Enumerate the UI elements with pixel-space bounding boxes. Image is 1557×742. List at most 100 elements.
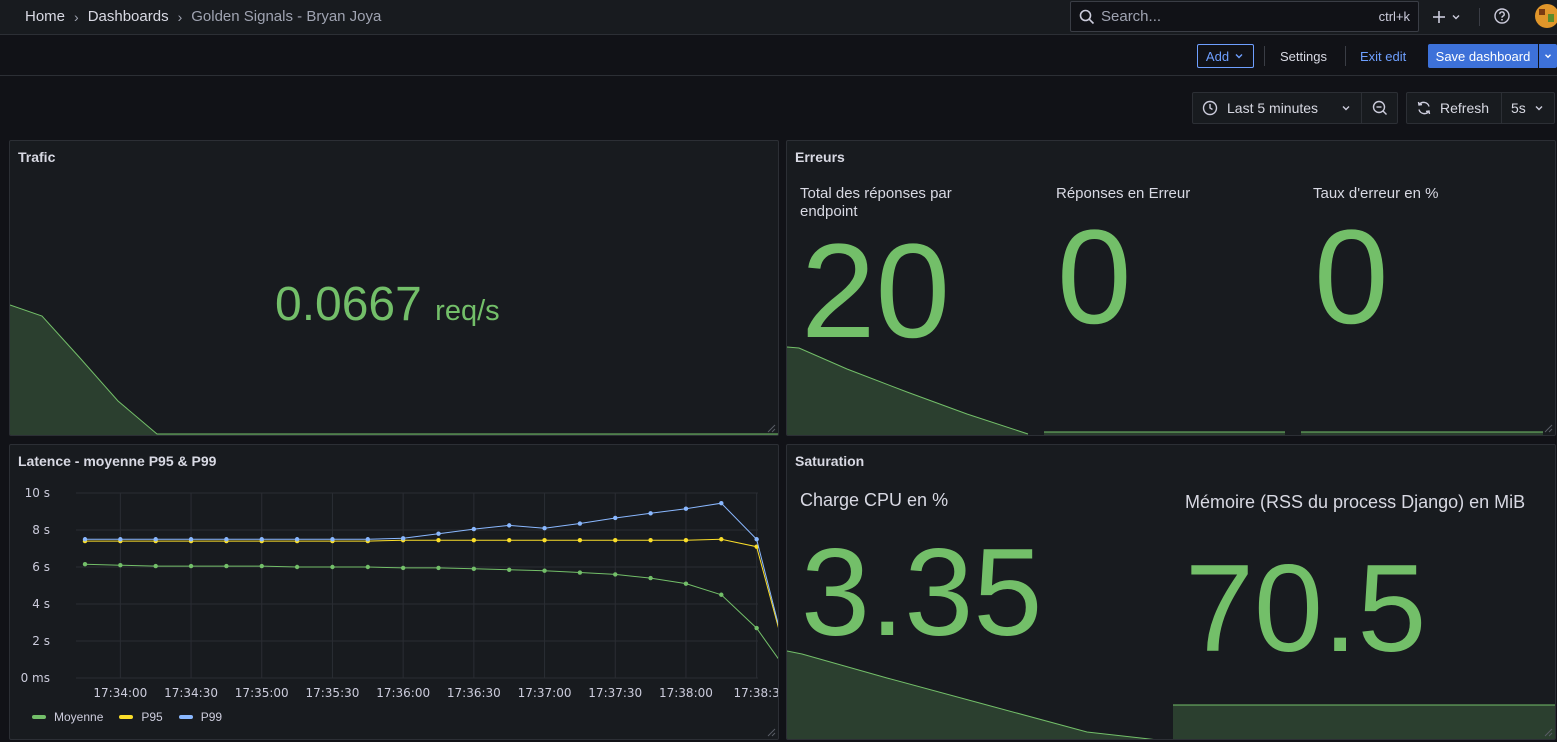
data-point-moyenne[interactable] — [613, 572, 618, 577]
data-point-p99[interactable] — [542, 525, 547, 531]
data-point-moyenne[interactable] — [683, 581, 689, 586]
data-point-p95[interactable] — [648, 537, 653, 543]
data-point-moyenne[interactable] — [436, 565, 441, 571]
panel-saturation[interactable]: Saturation Charge CPU en % 3.35 Mémoire … — [786, 444, 1556, 740]
time-range-picker[interactable]: Last 5 minutes — [1192, 92, 1362, 124]
legend-item-moyenne[interactable]: Moyenne — [32, 710, 103, 724]
data-point-moyenne[interactable] — [365, 564, 370, 570]
x-tick-label: 17:35:30 — [305, 686, 359, 700]
series-line-p99 — [85, 502, 778, 626]
x-tick-label: 17:37:30 — [588, 686, 642, 700]
data-point-p95[interactable] — [507, 537, 512, 543]
settings-button[interactable]: Settings — [1272, 44, 1335, 68]
data-point-moyenne[interactable] — [542, 568, 547, 573]
data-point-moyenne[interactable] — [294, 564, 300, 570]
add-button-label: Add — [1205, 48, 1230, 64]
resize-handle-icon[interactable] — [1544, 728, 1553, 737]
data-point-p99[interactable] — [224, 537, 229, 542]
data-point-p99[interactable] — [365, 537, 370, 542]
data-point-p99[interactable] — [719, 500, 724, 506]
data-point-moyenne[interactable] — [330, 564, 335, 570]
help-button[interactable] — [1493, 7, 1511, 28]
data-point-moyenne[interactable] — [507, 567, 512, 572]
stat-title-cpu: Charge CPU en % — [800, 490, 949, 510]
new-menu-button[interactable] — [1432, 6, 1462, 28]
divider — [1345, 46, 1346, 66]
data-point-p99[interactable] — [436, 531, 441, 536]
data-point-p99[interactable] — [507, 523, 512, 528]
stat-unit: req/s — [435, 295, 500, 327]
save-dashboard-button[interactable]: Save dashboard — [1428, 44, 1538, 68]
data-point-p99[interactable] — [294, 537, 300, 542]
data-point-p99[interactable] — [577, 521, 583, 526]
data-point-moyenne[interactable] — [188, 563, 194, 569]
resize-handle-icon[interactable] — [767, 424, 776, 433]
data-point-p99[interactable] — [118, 537, 123, 542]
stat-title-memoire: Mémoire (RSS du process Django) en MiB — [1185, 492, 1526, 512]
data-point-moyenne[interactable] — [719, 592, 724, 597]
refresh-interval-picker[interactable]: 5s — [1501, 92, 1555, 124]
data-point-p95[interactable] — [471, 537, 477, 543]
legend-item-p95[interactable]: P95 — [119, 710, 163, 724]
resize-handle-icon[interactable] — [767, 728, 776, 737]
legend-item-p99[interactable]: P99 — [178, 710, 222, 724]
panel-latence[interactable]: Latence - moyenne P95 & P99 0 ms 2 s4 s6 … — [9, 444, 779, 740]
user-avatar[interactable] — [1535, 4, 1557, 28]
data-point-p99[interactable] — [648, 511, 653, 516]
data-point-p95[interactable] — [577, 537, 583, 543]
data-point-moyenne[interactable] — [577, 570, 583, 575]
divider — [1264, 46, 1265, 66]
data-point-p95[interactable] — [683, 537, 689, 543]
data-point-moyenne[interactable] — [224, 563, 229, 569]
search-placeholder: Search... — [1101, 8, 1162, 25]
data-point-p99[interactable] — [400, 536, 406, 541]
sparkline-reponses-erreur — [1044, 431, 1285, 435]
panel-erreurs[interactable]: Erreurs Total des réponses par endpoint … — [786, 140, 1556, 436]
data-point-moyenne[interactable] — [648, 575, 653, 581]
data-point-moyenne[interactable] — [400, 565, 406, 571]
series-line-p95 — [85, 538, 778, 628]
exit-edit-button[interactable]: Exit edit — [1352, 44, 1414, 68]
breadcrumb-dashboards[interactable]: Dashboards — [88, 8, 169, 25]
stat-value-taux-erreur: 0 — [1314, 203, 1389, 352]
data-point-moyenne[interactable] — [153, 563, 158, 569]
data-point-p99[interactable] — [259, 537, 264, 542]
zoom-out-button[interactable] — [1361, 92, 1398, 124]
data-point-p99[interactable] — [330, 537, 335, 542]
refresh-icon — [1417, 101, 1431, 115]
panel-trafic[interactable]: Trafic 0.0667 req/s — [9, 140, 779, 436]
data-point-p99[interactable] — [613, 515, 618, 521]
save-options-button[interactable] — [1539, 44, 1557, 68]
stat-value-reponses-erreur: 0 — [1057, 203, 1132, 352]
x-tick-label: 17:35:00 — [235, 686, 289, 700]
data-point-p95[interactable] — [436, 537, 441, 543]
data-point-p99[interactable] — [754, 537, 759, 542]
data-point-p99[interactable] — [188, 537, 194, 542]
data-point-p95[interactable] — [719, 537, 724, 542]
sparkline-taux-erreur — [1301, 431, 1543, 435]
latency-chart[interactable]: 0 ms 2 s 4 s 6 s 8 s 10 s 17:34:00 17:34:30 17:3… — [10, 445, 779, 707]
data-point-p99[interactable] — [683, 506, 689, 511]
y-tick-label: 8 s — [32, 523, 50, 537]
data-point-moyenne[interactable] — [471, 566, 477, 572]
data-point-p99[interactable] — [82, 537, 88, 542]
breadcrumb-home[interactable]: Home — [25, 8, 65, 25]
divider — [1479, 8, 1480, 26]
data-point-moyenne[interactable] — [118, 562, 123, 568]
x-tick-label: 17:38:00 — [659, 686, 713, 700]
data-point-moyenne[interactable] — [754, 625, 759, 631]
data-point-p99[interactable] — [471, 526, 477, 532]
data-point-moyenne[interactable] — [82, 562, 88, 567]
data-point-moyenne[interactable] — [259, 563, 264, 569]
data-point-p95[interactable] — [542, 537, 547, 543]
search-input[interactable]: Search... ctrl+k — [1070, 1, 1419, 32]
data-point-p95[interactable] — [613, 537, 618, 543]
resize-handle-icon[interactable] — [1544, 424, 1553, 433]
data-point-p99[interactable] — [153, 537, 158, 542]
stat-title-total-reponses: Total des réponses par endpoint — [800, 185, 952, 220]
refresh-button[interactable]: Refresh — [1406, 92, 1502, 124]
stat-title-taux-erreur: Taux d'erreur en % — [1313, 185, 1439, 202]
add-button[interactable]: Add — [1197, 44, 1254, 68]
stat-number: 0.0667 — [275, 278, 422, 331]
x-tick-label: 17:36:00 — [376, 686, 430, 700]
